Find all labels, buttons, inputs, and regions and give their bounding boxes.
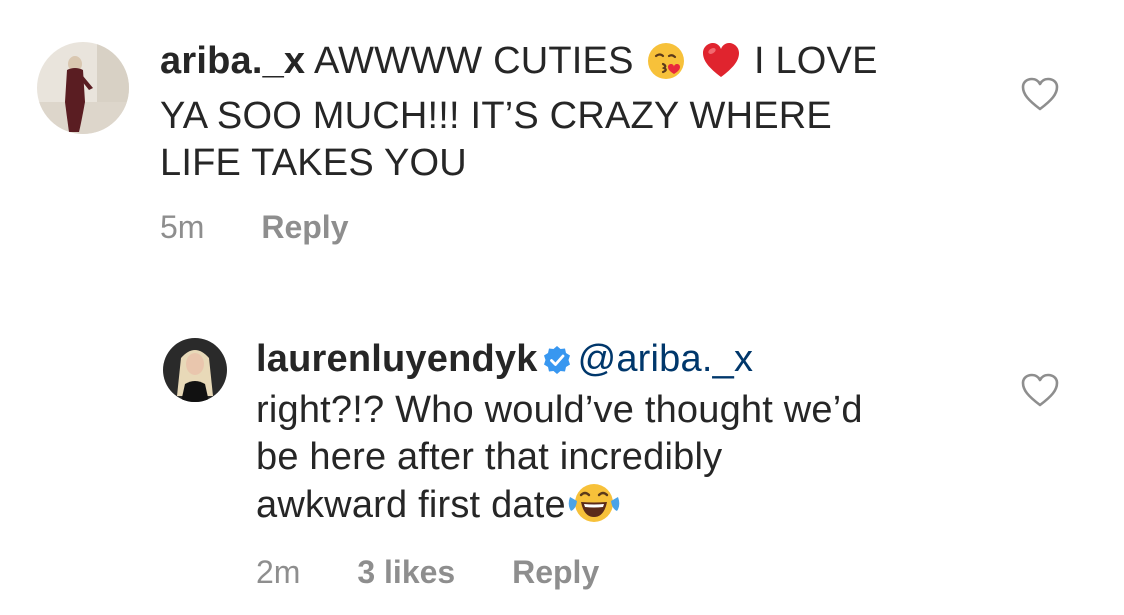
face-with-tears-of-joy-icon (566, 481, 622, 537)
red-heart-icon (701, 41, 741, 93)
comment-meta: 5m Reply (160, 207, 348, 247)
reply-button[interactable]: Reply (512, 552, 599, 592)
avatar-photo (163, 338, 227, 402)
heart-outline-icon[interactable] (1020, 76, 1060, 112)
reply-button[interactable]: Reply (261, 207, 348, 247)
comment-text: I LOVE (753, 40, 878, 82)
comment-meta: 2m 3 likes Reply (256, 552, 599, 592)
comment-text: AWWWW CUTIES (313, 40, 634, 82)
comments-thread: ariba._x AWWWW CUTIES I LOVE YA SOO MUCH… (0, 0, 1124, 615)
comment-timestamp: 5m (160, 209, 205, 245)
verified-badge-icon (542, 340, 572, 387)
comment-username[interactable]: ariba._x (160, 40, 305, 82)
comment-text: YA SOO MUCH!!! IT’S CRAZY WHERE (160, 95, 832, 137)
kissing-face-with-heart-icon (646, 41, 686, 93)
comment-text: LIFE TAKES YOU (160, 142, 467, 184)
avatar-photo (37, 42, 129, 134)
avatar[interactable] (163, 338, 227, 402)
comment-username[interactable]: laurenluyendyk (256, 338, 538, 380)
comment-text: be here after that incredibly (256, 436, 723, 478)
likes-count-link[interactable]: 3 likes (357, 552, 455, 592)
heart-outline-icon[interactable] (1020, 372, 1060, 408)
comment-text: awkward first date (256, 484, 566, 526)
avatar[interactable] (37, 42, 129, 134)
mention-link[interactable]: @ariba._x (578, 338, 754, 380)
comment-timestamp: 2m (256, 554, 301, 590)
comment-text: right?!? Who would’ve thought we’d (256, 389, 863, 431)
